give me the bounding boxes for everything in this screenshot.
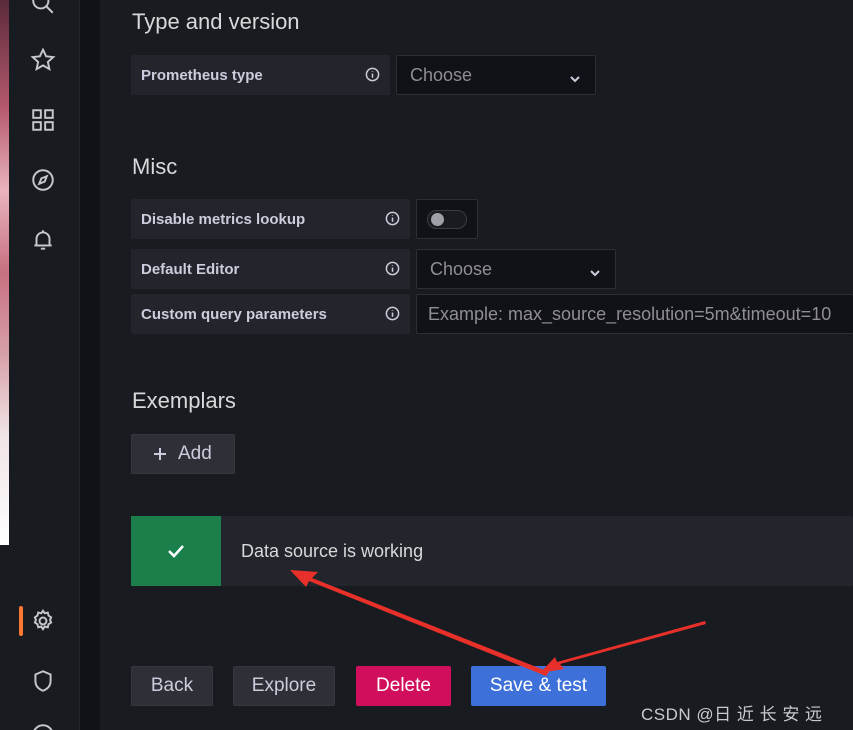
chevron-down-icon [589,263,601,277]
datasource-settings-panel: Type and version Prometheus type Choose … [100,0,853,730]
disable-metrics-label: Disable metrics lookup [131,199,410,239]
info-icon[interactable] [365,67,380,82]
default-editor-select-value: Choose [430,258,493,279]
success-icon-box [131,516,221,586]
search-icon[interactable] [26,0,60,20]
delete-button[interactable]: Delete [356,666,451,706]
exemplars-title: Exemplars [132,388,236,413]
add-exemplar-label: Add [178,443,212,464]
info-icon[interactable] [385,261,400,276]
alert-message: Data source is working [241,541,424,561]
desktop-background-strip-bottom [0,545,9,730]
layout-gap [80,0,100,730]
toggle-knob [431,213,444,226]
shield-icon[interactable] [26,664,60,698]
star-icon[interactable] [26,43,60,77]
alerting-icon[interactable] [26,223,60,257]
default-editor-label-text: Default Editor [141,260,240,278]
dashboards-icon[interactable] [26,103,60,137]
add-exemplar-button[interactable]: Add [131,434,235,474]
custom-query-input[interactable] [416,294,853,334]
back-button[interactable]: Back [131,666,213,706]
explore-button[interactable]: Explore [233,666,335,706]
chevron-down-icon [569,69,581,83]
sidebar [9,0,80,730]
prometheus-type-label: Prometheus type [131,55,390,95]
desktop-background-strip [0,0,9,545]
gear-icon[interactable] [26,604,60,638]
custom-query-label: Custom query parameters [131,294,410,334]
prometheus-type-select-value: Choose [410,64,473,85]
info-icon[interactable] [385,211,400,226]
disable-metrics-label-text: Disable metrics lookup [141,210,306,228]
disable-metrics-toggle[interactable] [427,210,467,229]
info-icon[interactable] [385,306,400,321]
disable-metrics-toggle-box [416,199,478,239]
misc-title: Misc [132,154,178,179]
explore-icon[interactable] [26,163,60,197]
check-icon [168,545,184,558]
save-test-button[interactable]: Save & test [471,666,606,706]
prometheus-type-label-text: Prometheus type [141,66,263,84]
profile-avatar-icon[interactable] [26,718,60,730]
watermark: CSDN @日 近 长 安 远 [641,705,823,724]
prometheus-type-select[interactable]: Choose [396,55,596,95]
type-version-title: Type and version [132,9,300,34]
default-editor-label: Default Editor [131,249,410,289]
default-editor-select[interactable]: Choose [416,249,616,289]
plus-icon [154,448,166,460]
custom-query-label-text: Custom query parameters [141,305,327,323]
active-nav-indicator [19,606,23,636]
success-alert: Data source is working [131,516,853,586]
